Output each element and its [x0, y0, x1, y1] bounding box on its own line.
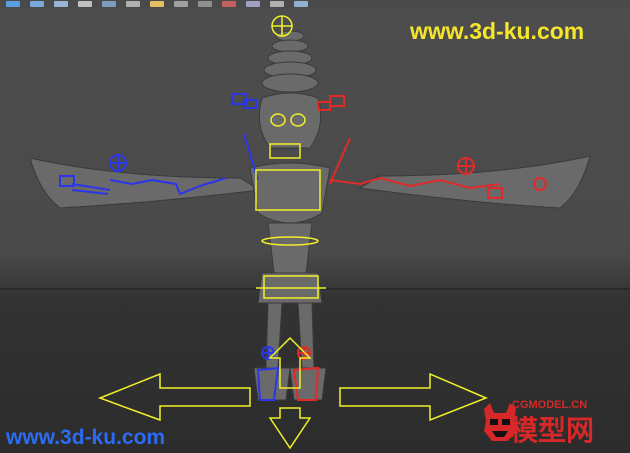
- logo-text: 模型网: [510, 414, 595, 447]
- scene-canvas[interactable]: [0, 8, 630, 453]
- toolbar-button[interactable]: [78, 1, 92, 7]
- right-shoulder-control: [329, 95, 345, 107]
- neck-ring: [261, 73, 319, 93]
- toolbar-button[interactable]: [54, 1, 68, 7]
- left-wing: [29, 157, 262, 209]
- watermark-bottom: www.3d-ku.com: [6, 426, 166, 449]
- waist: [267, 222, 313, 274]
- toolbar-button[interactable]: [198, 1, 212, 7]
- toolbar-button[interactable]: [246, 1, 260, 7]
- toolbar-button[interactable]: [222, 1, 236, 7]
- cgmodel-logo: CGMODEL.CN 模型网: [480, 395, 628, 451]
- toolbar-button[interactable]: [6, 1, 20, 7]
- right-clavicle-control: [329, 137, 351, 185]
- right-rig-controls[interactable]: [292, 95, 547, 401]
- torso: [249, 162, 331, 224]
- toolbar-button[interactable]: [126, 1, 140, 7]
- neck-ring: [271, 39, 309, 53]
- toolbar-button[interactable]: [174, 1, 188, 7]
- toolbar-button[interactable]: [294, 1, 308, 7]
- toolbar-button[interactable]: [102, 1, 116, 7]
- toolbar-button[interactable]: [30, 1, 44, 7]
- 3d-viewport[interactable]: www.3d-ku.com www.3d-ku.com: [0, 8, 630, 453]
- toolbar-button[interactable]: [270, 1, 284, 7]
- left-rig-controls[interactable]: [59, 93, 280, 401]
- head: [258, 92, 322, 149]
- world-move-arrows: [97, 372, 251, 422]
- character-model[interactable]: [29, 30, 591, 401]
- toolbar-button[interactable]: [150, 1, 164, 7]
- watermark-top: www.3d-ku.com: [410, 18, 585, 44]
